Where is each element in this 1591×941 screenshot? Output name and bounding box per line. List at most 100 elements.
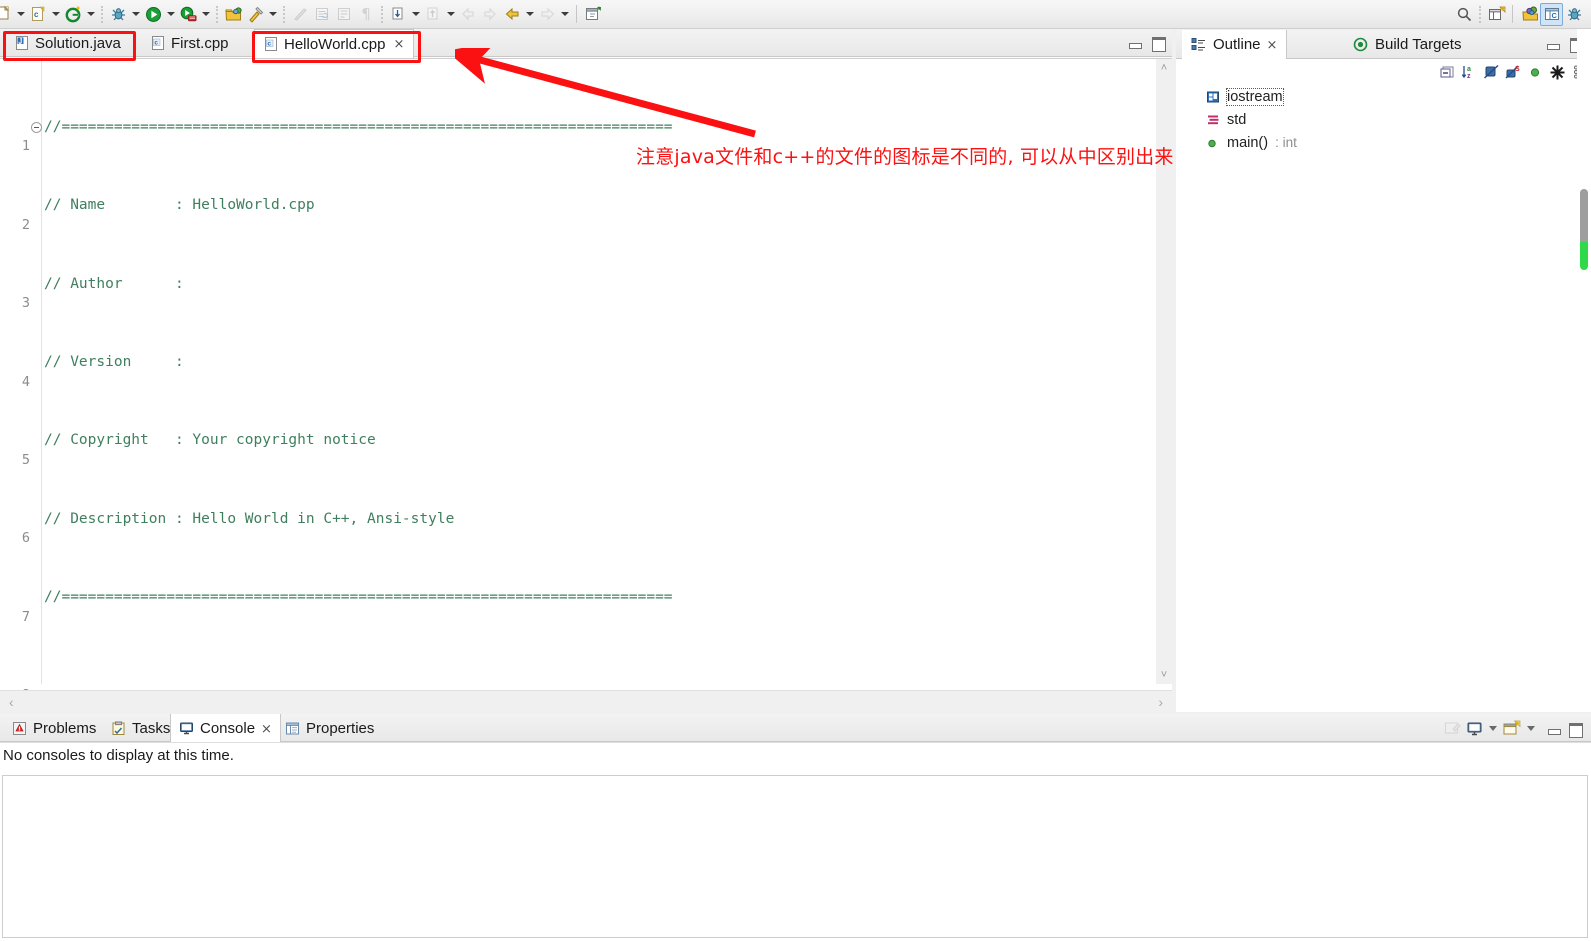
- display-selected-console-chevron-down-icon[interactable]: [1487, 720, 1499, 737]
- build-all-chevron-down-icon[interactable]: [266, 3, 279, 25]
- run-chevron-down-icon[interactable]: [164, 3, 177, 25]
- problems-icon: [12, 721, 27, 736]
- console-maximize-button[interactable]: [1566, 720, 1583, 738]
- code-line: 6 // Description : Hello World in C++, A…: [0, 510, 1155, 547]
- scrollbar-thumb-lower[interactable]: [1580, 242, 1588, 270]
- editor-tab-label: HelloWorld.cpp: [284, 35, 386, 53]
- tab-tasks[interactable]: Tasks: [103, 714, 178, 742]
- pilcrow-glyph: ¶: [361, 5, 371, 23]
- scrollbar-track[interactable]: [1580, 29, 1588, 712]
- display-selected-console-icon[interactable]: [1466, 720, 1483, 737]
- editor-maximize-button[interactable]: [1149, 34, 1166, 52]
- tab-outline[interactable]: Outline ⨯: [1182, 30, 1288, 59]
- scrollbar-thumb-upper[interactable]: [1580, 189, 1588, 244]
- show-pilcrow-icon[interactable]: ¶: [355, 3, 377, 25]
- navigate-forward-icon[interactable]: [536, 3, 558, 25]
- new-c-cpp-file-icon[interactable]: c: [27, 3, 49, 25]
- open-perspective-icon[interactable]: [1485, 3, 1507, 25]
- outline-panel: Outline ⨯ Build Targets a z S iostream s…: [1176, 30, 1591, 712]
- tab-build-targets[interactable]: Build Targets: [1344, 30, 1470, 59]
- debug-chevron-down-icon[interactable]: [129, 3, 142, 25]
- tasks-icon: [111, 721, 126, 736]
- back-to-file-icon[interactable]: [457, 3, 479, 25]
- editor-tab-solution-java[interactable]: Solution.java: [6, 29, 130, 57]
- code-text: // Description : Hello World in C++, Ans…: [44, 510, 455, 527]
- editor-horizontal-scrollbar[interactable]: ‹ ›: [0, 690, 1172, 712]
- build-all-icon[interactable]: [244, 3, 266, 25]
- sort-alphabetically-icon[interactable]: a z: [1461, 64, 1477, 80]
- open-folder-icon[interactable]: [222, 3, 244, 25]
- fold-collapse-icon[interactable]: [31, 121, 42, 133]
- editor-tab-label: First.cpp: [171, 34, 229, 52]
- run-glyph: [145, 6, 161, 22]
- annotation-note: 注意java文件和c++的文件的图标是不同的, 可以从中区别出来: [636, 146, 1174, 168]
- new-wizard-dropdown-icon[interactable]: [0, 3, 14, 25]
- previous-annotation-chevron-down-icon[interactable]: [444, 3, 457, 25]
- perspective-debug-icon[interactable]: [1563, 3, 1585, 25]
- hide-fields-icon[interactable]: [1483, 64, 1499, 80]
- new-c-cpp-project-icon[interactable]: [62, 3, 84, 25]
- code-text: //======================================…: [44, 589, 673, 606]
- svg-text:S: S: [1515, 66, 1520, 73]
- outline-minimize-button[interactable]: [1544, 35, 1561, 52]
- outline-node-std[interactable]: std: [1176, 108, 1591, 131]
- toggle-block-selection-icon[interactable]: [289, 3, 311, 25]
- quick-access-search-icon[interactable]: [1453, 3, 1475, 25]
- navigate-forward-chevron-down-icon[interactable]: [558, 3, 571, 25]
- collapse-all-icon[interactable]: [1439, 64, 1455, 80]
- close-icon[interactable]: ⨯: [1267, 37, 1278, 53]
- perspective-resource-icon[interactable]: [1518, 3, 1540, 25]
- hide-static-members-icon[interactable]: S: [1505, 64, 1521, 80]
- new-editor-icon[interactable]: [582, 3, 604, 25]
- toggle-word-wrap-icon[interactable]: [311, 3, 333, 25]
- external-tools-icon[interactable]: [177, 3, 199, 25]
- window-vertical-scrollbar[interactable]: [1577, 29, 1591, 712]
- tab-label: Properties: [306, 719, 375, 737]
- editor-tab-first-cpp[interactable]: c First.cpp: [142, 29, 238, 57]
- navigate-back-icon[interactable]: [501, 3, 523, 25]
- hide-non-public-members-icon[interactable]: [1527, 64, 1543, 80]
- toolbar-separator: [1479, 5, 1481, 23]
- toolbar-group-launch: [107, 0, 212, 29]
- tab-problems[interactable]: Problems: [4, 714, 104, 742]
- scroll-left-arrow-icon[interactable]: ‹: [9, 694, 14, 710]
- outline-tree[interactable]: iostream std main(): int: [1176, 85, 1591, 712]
- debug-icon[interactable]: [107, 3, 129, 25]
- eclipse-window: c ¶ C Solution.java c First.cpp c HelloW…: [0, 0, 1591, 941]
- code-text: // Author :: [44, 275, 193, 292]
- tab-properties[interactable]: Properties: [277, 714, 382, 742]
- toolbar-separator: [216, 5, 218, 23]
- resource-perspective-glyph: [1521, 6, 1538, 22]
- next-annotation-chevron-down-icon[interactable]: [409, 3, 422, 25]
- close-icon[interactable]: ⨯: [261, 721, 272, 737]
- new-c-cpp-file-chevron-down-icon[interactable]: [49, 3, 62, 25]
- project-new-glyph: [65, 6, 81, 23]
- outline-node-main[interactable]: main() : int: [1176, 131, 1591, 154]
- new-c-cpp-project-chevron-down-icon[interactable]: [84, 3, 97, 25]
- external-tools-chevron-down-icon[interactable]: [199, 3, 212, 25]
- show-whitespace-icon[interactable]: [333, 3, 355, 25]
- scroll-down-arrow-icon[interactable]: ˅: [1156, 667, 1172, 683]
- new-wizard-chevron-down-icon[interactable]: [14, 3, 27, 25]
- console-minimize-button[interactable]: [1545, 720, 1562, 737]
- scroll-up-arrow-icon[interactable]: ˄: [1156, 60, 1172, 76]
- hide-macros-icon[interactable]: [1549, 64, 1565, 80]
- toolbar-divider: [576, 5, 577, 23]
- previous-annotation-icon[interactable]: [422, 3, 444, 25]
- scroll-right-arrow-icon[interactable]: ›: [1158, 694, 1163, 710]
- open-console-chevron-down-icon[interactable]: [1525, 720, 1537, 737]
- outline-node-iostream[interactable]: iostream: [1176, 85, 1591, 108]
- tab-console[interactable]: Console ⨯: [170, 714, 281, 743]
- forward-to-file-icon[interactable]: [479, 3, 501, 25]
- close-icon[interactable]: ⨯: [393, 36, 404, 52]
- open-console-icon[interactable]: [1503, 720, 1521, 737]
- run-icon[interactable]: [142, 3, 164, 25]
- console-output-area[interactable]: [2, 775, 1588, 938]
- navigate-back-chevron-down-icon[interactable]: [523, 3, 536, 25]
- editor-tab-helloworld-cpp[interactable]: c HelloWorld.cpp ⨯: [254, 29, 415, 58]
- next-annotation-icon[interactable]: [387, 3, 409, 25]
- perspective-c-cpp-icon[interactable]: C: [1540, 2, 1563, 26]
- code-line: 7 //====================================…: [0, 588, 1155, 625]
- editor-minimize-button[interactable]: [1126, 34, 1143, 51]
- clear-console-icon[interactable]: [1444, 720, 1462, 737]
